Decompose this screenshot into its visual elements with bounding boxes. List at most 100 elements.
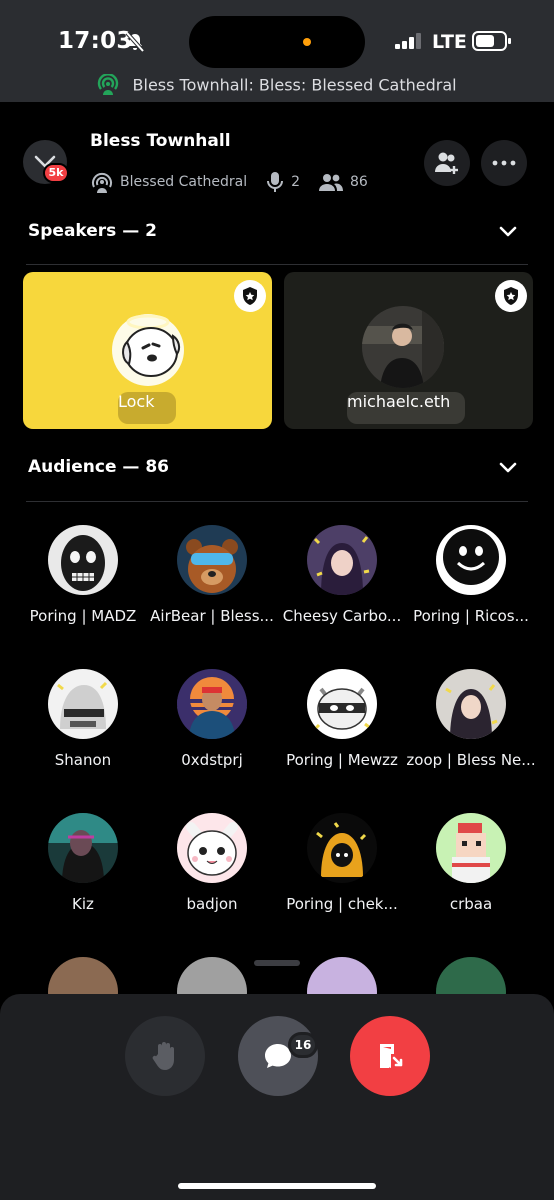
add-user-icon: [435, 152, 458, 174]
chat-unread-badge: 16: [288, 1032, 318, 1058]
avatar: [436, 669, 506, 739]
leave-stage-button[interactable]: [350, 1016, 430, 1096]
audience-member-name: 0xdstprj: [181, 751, 243, 769]
angel-dog-avatar: [112, 314, 184, 386]
status-time: 17:03: [58, 28, 133, 54]
audience-member[interactable]: 0xdstprj: [147, 669, 277, 789]
smiley-ghost-avatar: [436, 525, 506, 595]
audience-member[interactable]: crbaa: [406, 813, 536, 933]
audience-member-name: Shanon: [54, 751, 112, 769]
stormtrooper-avatar: [48, 669, 118, 739]
moderator-badge: [234, 280, 266, 312]
stage-meta-row: Blessed Cathedral 2 86: [90, 170, 386, 194]
home-indicator[interactable]: [178, 1183, 376, 1189]
listener-count-item: 86: [318, 172, 368, 192]
microphone-icon: [267, 172, 284, 192]
speakers-section-label: Speakers — 2: [28, 221, 157, 241]
avatar: [436, 813, 506, 883]
hooded-figure-avatar: [307, 813, 377, 883]
raise-hand-icon: [152, 1042, 174, 1070]
cellular-signal-icon: [395, 33, 421, 49]
speaker-count-item: 2: [265, 171, 300, 193]
anime-warrior-avatar: [436, 669, 506, 739]
audience-member[interactable]: zoop | Bless Ne...: [406, 669, 536, 789]
invite-button[interactable]: [424, 140, 470, 186]
speaker-count: 2: [291, 174, 301, 190]
ninja-cat-avatar: [307, 669, 377, 739]
listener-count: 86: [350, 174, 368, 190]
people-icon: [319, 174, 344, 191]
audience-member[interactable]: Shanon: [18, 669, 148, 789]
avatar: [107, 306, 189, 388]
pixel-character-avatar: [436, 813, 506, 883]
white-cat-avatar: [177, 813, 247, 883]
audience-member[interactable]: AirBear | Bless...: [147, 525, 277, 645]
stage-name: Blessed Cathedral: [120, 174, 248, 190]
avatar: [307, 813, 377, 883]
audience-member[interactable]: badjon: [147, 813, 277, 933]
audience-member[interactable]: Poring | MADZ: [18, 525, 148, 645]
more-dots-icon: [492, 160, 516, 166]
stage-name-item: Blessed Cathedral: [90, 171, 247, 193]
chevron-down-icon: [499, 462, 517, 473]
audience-member[interactable]: Poring | Ricos...: [406, 525, 536, 645]
avatar: [362, 306, 444, 388]
moderator-shield-icon: [504, 287, 518, 305]
audience-member-name: crbaa: [449, 895, 493, 913]
chevron-down-icon: [499, 226, 517, 237]
audience-member-name: Poring | Mewzz: [286, 751, 398, 769]
moderator-shield-icon: [243, 287, 257, 305]
stage-live-icon: [98, 74, 119, 95]
audience-section-header[interactable]: Audience — 86: [28, 457, 528, 483]
audience-member-name: Poring | Ricos...: [413, 607, 529, 625]
audience-member-name: Poring | chek...: [286, 895, 398, 913]
speaker-name: michaelc.eth: [347, 392, 451, 411]
speakers-section-header[interactable]: Speakers — 2: [28, 221, 528, 247]
skull-face-avatar: [48, 525, 118, 595]
live-banner-text: Bless Townhall: Bless: Blessed Cathedral: [132, 75, 457, 95]
audience-member-name: Kiz: [72, 895, 94, 913]
dynamic-island: [189, 16, 365, 68]
audience-member[interactable]: Poring | Mewzz: [277, 669, 407, 789]
audience-member-name: AirBear | Bless...: [150, 607, 274, 625]
server-notification-badge: 5k: [43, 163, 69, 183]
speaker-name-pill: Lock: [118, 392, 176, 424]
neon-figure-avatar: [48, 813, 118, 883]
retro-fighter-avatar: [177, 669, 247, 739]
audience-divider: [26, 501, 528, 502]
avatar: [177, 669, 247, 739]
status-bar: 17:03 LTE: [0, 0, 554, 70]
live-stage-banner[interactable]: Bless Townhall: Bless: Blessed Cathedral: [0, 74, 554, 96]
audience-member-name: zoop | Bless Ne...: [406, 751, 536, 769]
avatar: [48, 813, 118, 883]
speakers-divider: [26, 264, 528, 265]
audience-member-name: badjon: [186, 895, 238, 913]
moderator-badge: [495, 280, 527, 312]
avatar: [307, 525, 377, 595]
recording-indicator-dot: [303, 38, 311, 46]
anime-girl-avatar: [307, 525, 377, 595]
battery-icon: [472, 31, 511, 51]
bear-avatar: [177, 525, 247, 595]
avatar: [48, 669, 118, 739]
channel-title: Bless Townhall: [90, 131, 231, 151]
audience-member[interactable]: Cheesy Carbo...: [277, 525, 407, 645]
audience-member-name: Poring | MADZ: [29, 607, 137, 625]
speaker-name-pill: michaelc.eth: [347, 392, 465, 424]
raise-hand-button[interactable]: [125, 1016, 205, 1096]
carrier-label: LTE: [432, 31, 467, 53]
silent-bell-icon: [125, 31, 145, 53]
sheet-grab-handle[interactable]: [254, 960, 300, 966]
avatar: [48, 525, 118, 595]
audience-member[interactable]: Kiz: [18, 813, 148, 933]
audience-member[interactable]: Poring | chek...: [277, 813, 407, 933]
avatar: [307, 669, 377, 739]
speaker-name: Lock: [118, 392, 155, 411]
audience-member-name: Cheesy Carbo...: [282, 607, 402, 625]
more-options-button[interactable]: [481, 140, 527, 186]
avatar: [177, 813, 247, 883]
avatar: [436, 525, 506, 595]
person-photo-avatar: [362, 306, 444, 388]
stage-icon: [92, 172, 112, 193]
leave-door-icon: [380, 1044, 403, 1068]
